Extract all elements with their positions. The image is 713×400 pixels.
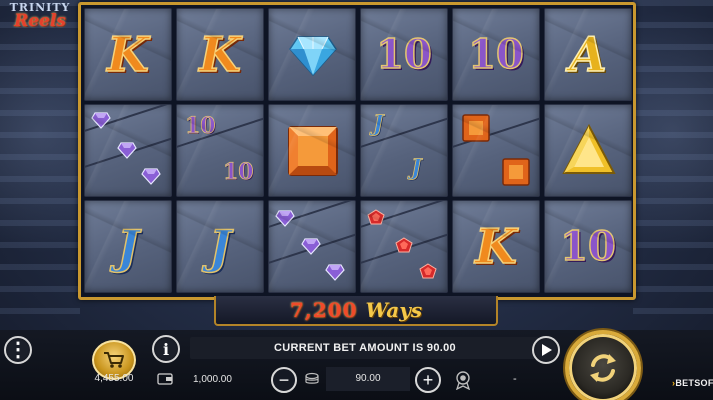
autoplay-button[interactable] [532,336,560,364]
purple-gem-icon [301,238,321,255]
left-ornament [0,0,80,330]
reel-cell-r1c5: 10 [452,8,540,101]
symbol-10: 10 [559,222,616,271]
reel-cell-r2c2: 10 10 [176,104,264,197]
brand-text: BETSOFT [675,378,713,388]
diamond-icon [289,36,337,77]
reel-cell-r2c3 [268,104,356,197]
menu-dots-icon: ⋮ [8,339,28,361]
win-value: - [513,373,517,385]
reel-cell-r1c3 [268,8,356,101]
wallet-icon [157,373,173,385]
symbol-10-small: 10 [185,113,216,140]
symbol-10-small: 10 [223,159,254,186]
purple-gem-icon [141,168,161,185]
right-ornament [633,0,713,330]
spin-button[interactable] [565,330,641,400]
win-medal-icon [455,371,471,390]
symbol-10: 10 [375,30,432,79]
symbol-j: J [116,219,139,275]
bet-message: CURRENT BET AMOUNT IS 90.00 [190,337,540,359]
reel-cell-r1c2: K [176,8,264,101]
red-gem-icon [395,237,413,253]
minus-icon: − [278,370,290,390]
reel-cell-r1c6: A [544,8,632,101]
reel-cell-r3c5: K [452,200,540,293]
brand-logo: ›BETSOFT [672,378,713,388]
plus-icon: + [422,370,434,390]
balance-value: 4,455.00 [94,373,134,384]
reel-cell-r2c6 [544,104,632,197]
reel-cell-r1c1: K [84,8,172,101]
play-icon [542,344,552,356]
menu-button[interactable]: ⋮ [4,336,32,364]
cart-icon [104,352,124,368]
reel-cell-r3c3 [268,200,356,293]
bet-amount-value: 90.00 [326,367,410,391]
reel-cell-r3c4 [360,200,448,293]
reel-cell-r2c1 [84,104,172,197]
symbol-j-small: J [373,111,384,138]
increase-bet-button[interactable]: + [415,367,441,393]
reel-cell-r3c2: J [176,200,264,293]
reel-cell-r2c5 [452,104,540,197]
symbol-j-small: J [411,155,422,182]
coins-icon [305,372,319,384]
spin-arrows-icon [590,354,616,382]
purple-gem-icon [91,112,111,129]
red-gem-icon [367,209,385,225]
orange-square-gem-icon [462,114,490,142]
orange-square-gem-icon [288,126,338,176]
symbol-k: K [198,26,241,84]
reel-frame: K K 10 10 A 10 10 J J J J K 10 [78,2,636,300]
symbol-j: J [208,219,231,275]
decrease-bet-button[interactable]: − [271,367,297,393]
game-logo: TRINITY Reels [4,2,76,36]
symbol-k: K [474,218,517,276]
purple-gem-icon [325,264,345,281]
ways-count: 7,200 [289,298,358,322]
logo-line2: Reels [14,11,66,31]
info-icon: i [162,339,170,359]
red-gem-icon [419,263,437,279]
ways-banner: 7,200 Ways [214,296,498,326]
reel-cell-r3c1: J [84,200,172,293]
purple-gem-icon [117,142,137,159]
reel-cell-r2c4: J J [360,104,448,197]
info-button[interactable]: i [152,335,180,363]
ways-label: Ways [365,298,423,322]
yellow-triangle-gem-icon [562,123,616,174]
symbol-10: 10 [467,30,524,79]
reel-cell-r3c6: 10 [544,200,632,293]
symbol-k: K [106,26,149,84]
orange-square-gem-icon [502,158,530,186]
wallet-value: 1,000.00 [193,374,232,385]
symbol-a: A [569,26,608,84]
purple-gem-icon [275,210,295,227]
reel-grid: K K 10 10 A 10 10 J J J J K 10 [84,8,632,293]
reel-cell-r1c4: 10 [360,8,448,101]
